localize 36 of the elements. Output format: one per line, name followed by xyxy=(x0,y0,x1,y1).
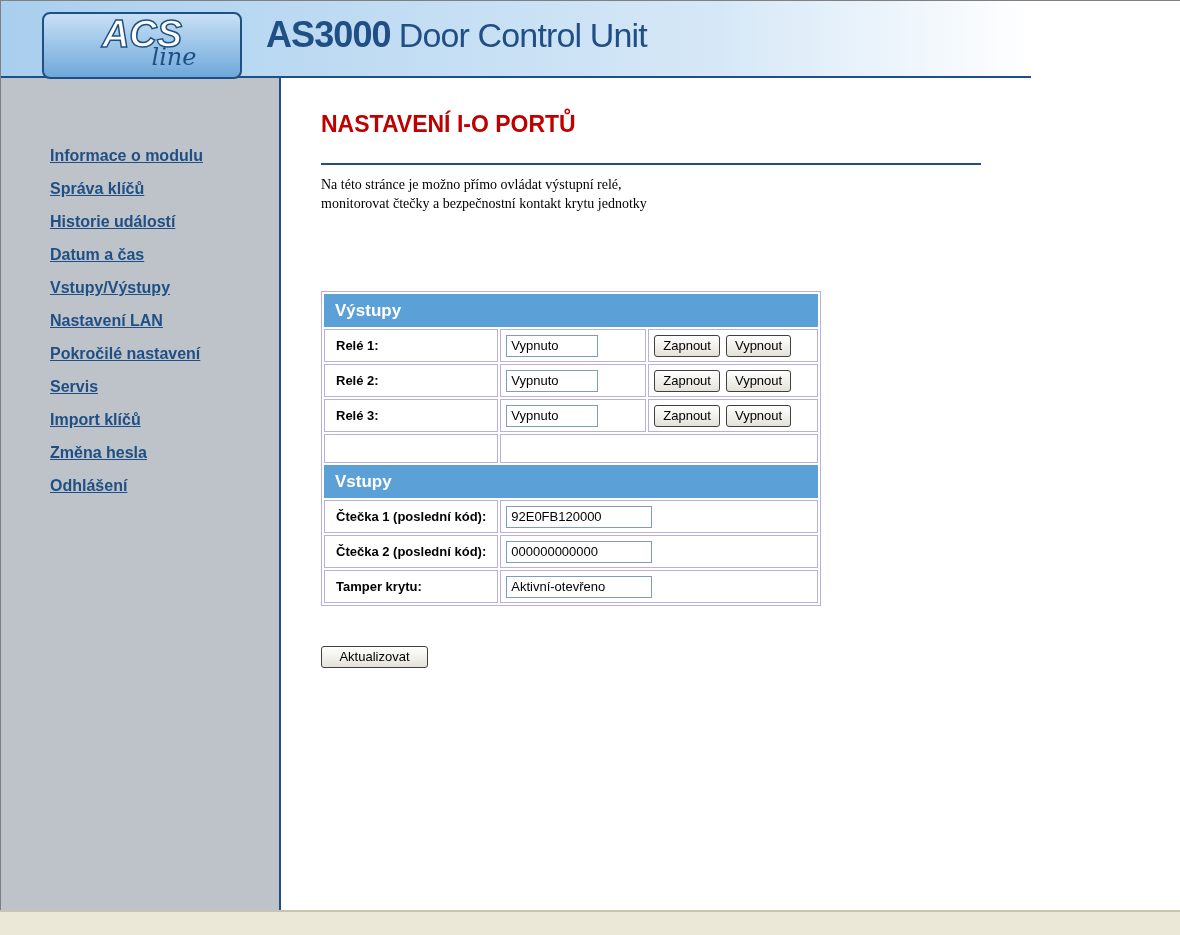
relay-button[interactable]: Zapnout xyxy=(654,334,720,357)
row-label: Čtečka 1 (poslední kód): xyxy=(324,500,499,533)
nav-link[interactable]: Informace o modulu xyxy=(50,146,203,166)
relay-button[interactable]: Vypnout xyxy=(725,404,792,427)
row-label: Relé 2: xyxy=(324,364,499,397)
row-label: Relé 3: xyxy=(324,399,499,432)
nav-link[interactable]: Servis xyxy=(50,377,99,397)
intro-text: Na této stránce je možno přímo ovládat výstupní relé, monitorovat čtečky a bezpečnostní kontakt krytu jednotky xyxy=(321,176,648,213)
relay-button[interactable]: Zapnout xyxy=(654,404,720,427)
nav-link[interactable]: Datum a čas xyxy=(50,245,145,265)
relay-button[interactable]: Vypnout xyxy=(725,369,792,392)
nav-link[interactable]: Vstupy/Výstupy xyxy=(50,278,171,298)
app-title: Door Control Unit xyxy=(398,14,647,56)
nav-link[interactable]: Změna hesla xyxy=(50,443,147,463)
nav-link[interactable]: Správa klíčů xyxy=(50,179,145,199)
nav-link[interactable]: Pokročilé nastavení xyxy=(50,344,201,364)
relay-button[interactable]: Vypnout xyxy=(725,334,792,357)
input-state-field[interactable]: 000000000000 xyxy=(506,540,653,563)
nav-link[interactable]: Historie událostí xyxy=(50,212,176,232)
nav-link[interactable]: Import klíčů xyxy=(50,410,141,430)
page-heading: NASTAVENÍ I-O PORTŮ xyxy=(321,110,1180,138)
section-header: Vstupy xyxy=(324,465,818,498)
section-header: Výstupy xyxy=(324,294,818,327)
input-state-field[interactable]: 92E0FB120000 xyxy=(506,505,653,528)
row-label: Relé 1: xyxy=(324,329,499,362)
nav-link[interactable]: Odhlášení xyxy=(50,476,128,496)
row-label: Tamper krytu: xyxy=(324,570,499,603)
refresh-button[interactable]: Aktualizovat xyxy=(321,646,428,668)
row-label: Čtečka 2 (poslední kód): xyxy=(324,535,499,568)
model-name: AS3000 xyxy=(266,12,391,57)
relay-state-field[interactable]: Vypnuto xyxy=(506,404,599,427)
input-state-field[interactable]: Aktivní-otevřeno xyxy=(506,575,653,598)
relay-state-field[interactable]: Vypnuto xyxy=(506,369,599,392)
relay-button[interactable]: Zapnout xyxy=(654,369,720,392)
relay-state-field[interactable]: Vypnuto xyxy=(506,334,599,357)
nav-link[interactable]: Nastavení LAN xyxy=(50,311,163,331)
